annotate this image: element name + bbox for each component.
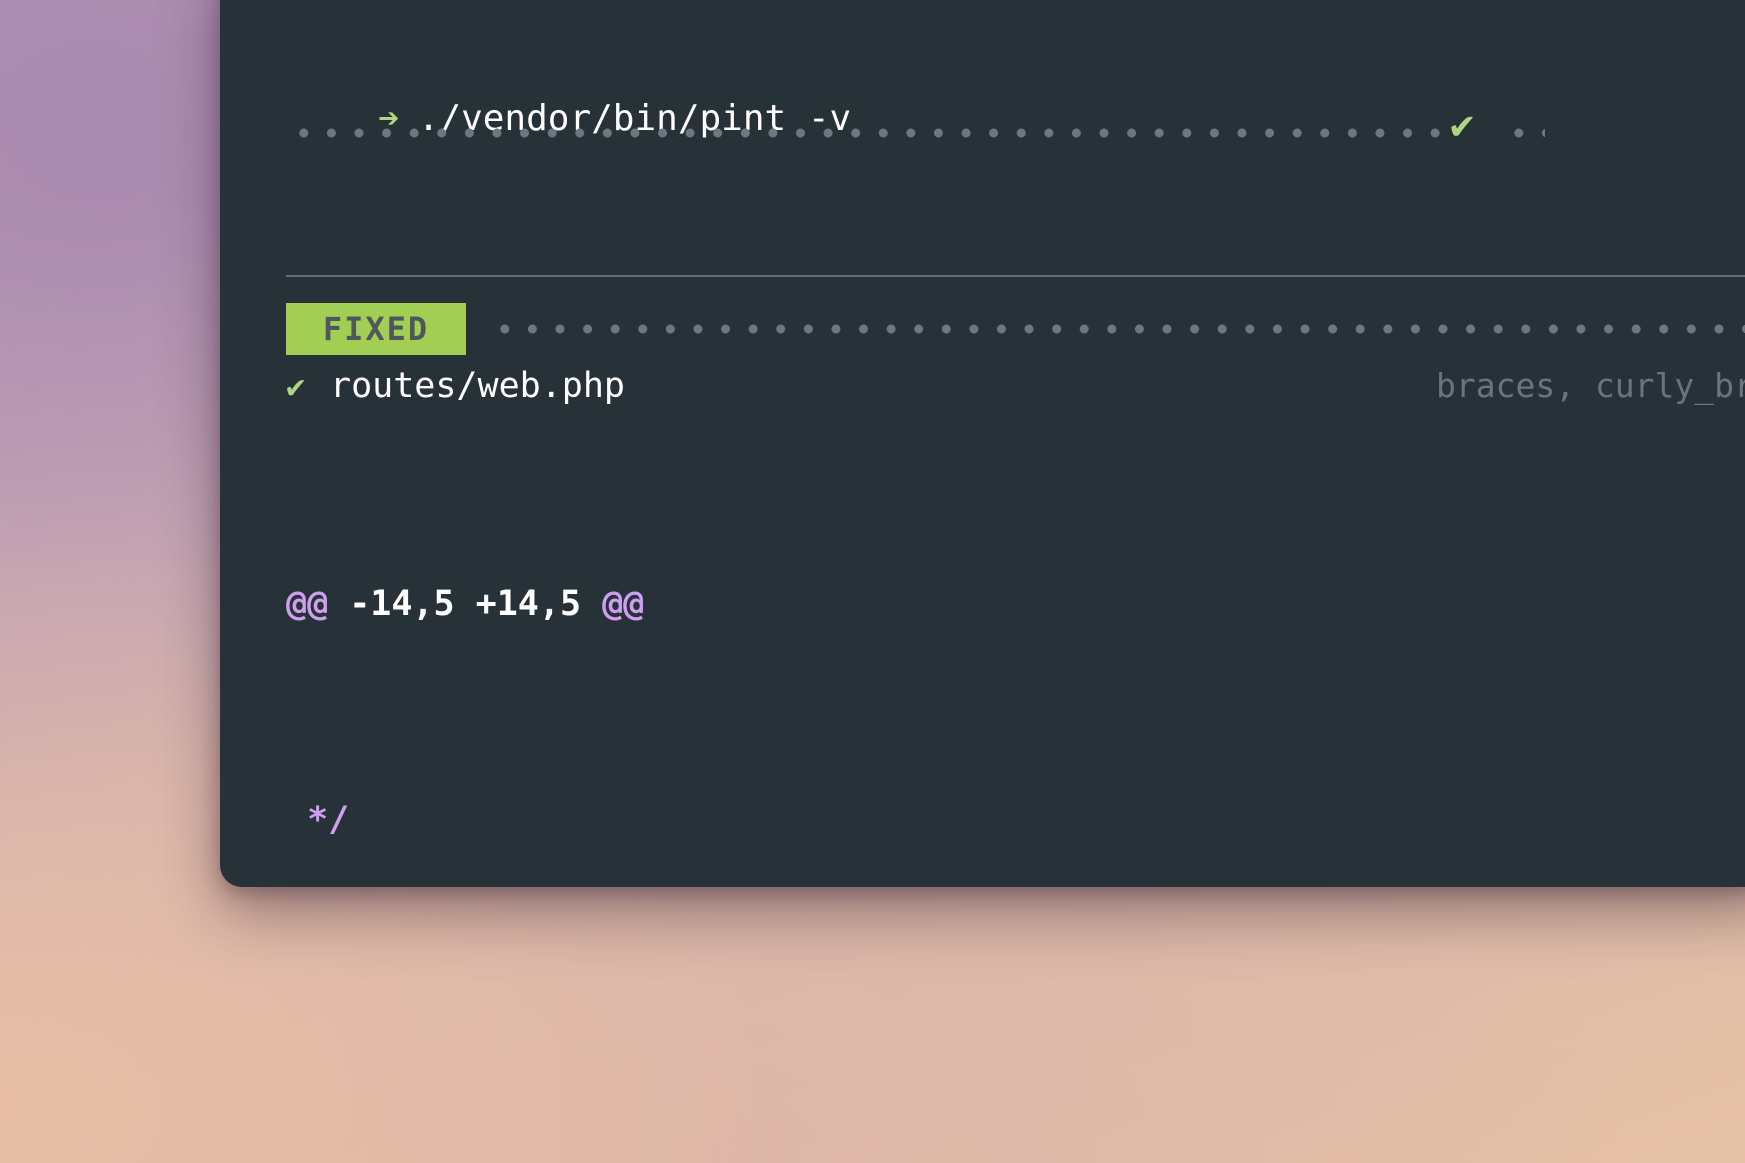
progress-dots-left xyxy=(290,128,1440,138)
diff-marker xyxy=(286,800,307,840)
diff-block: @@ -14,5 +14,5 @@ */ Route::get('/', fun… xyxy=(286,415,1745,887)
file-check-icon: ✔ xyxy=(286,367,306,405)
progress-row: ✔ xyxy=(290,102,1545,156)
diff-hunk-header: @@ -14,5 +14,5 @@ xyxy=(286,577,1745,631)
progress-dots-right xyxy=(1505,128,1545,138)
hunk-range: -14,5 +14,5 xyxy=(328,584,603,624)
fixed-result-row: FIXED xyxy=(286,303,1745,355)
status-badge: FIXED xyxy=(286,303,466,355)
badge-dotted-rule xyxy=(491,324,1745,334)
diff-text: */ xyxy=(307,800,350,840)
progress-success-check-icon: ✔ xyxy=(1450,102,1475,148)
file-path-text[interactable]: routes/web.php xyxy=(330,360,625,412)
applied-rules-text: braces, curly_br xyxy=(1436,366,1745,405)
hunk-close-marker: @@ xyxy=(602,584,645,624)
fixed-file-row: ✔ routes/web.php braces, curly_br xyxy=(286,360,1745,412)
section-divider xyxy=(286,275,1745,277)
hunk-open-marker: @@ xyxy=(286,584,329,624)
diff-line-context: */ xyxy=(286,793,1745,847)
terminal-window[interactable]: ➔ ./vendor/bin/pint -v ✔ FIXED ✔ routes/w… xyxy=(220,0,1745,887)
terminal-output: ➔ ./vendor/bin/pint -v ✔ FIXED ✔ routes/w… xyxy=(220,0,1745,887)
